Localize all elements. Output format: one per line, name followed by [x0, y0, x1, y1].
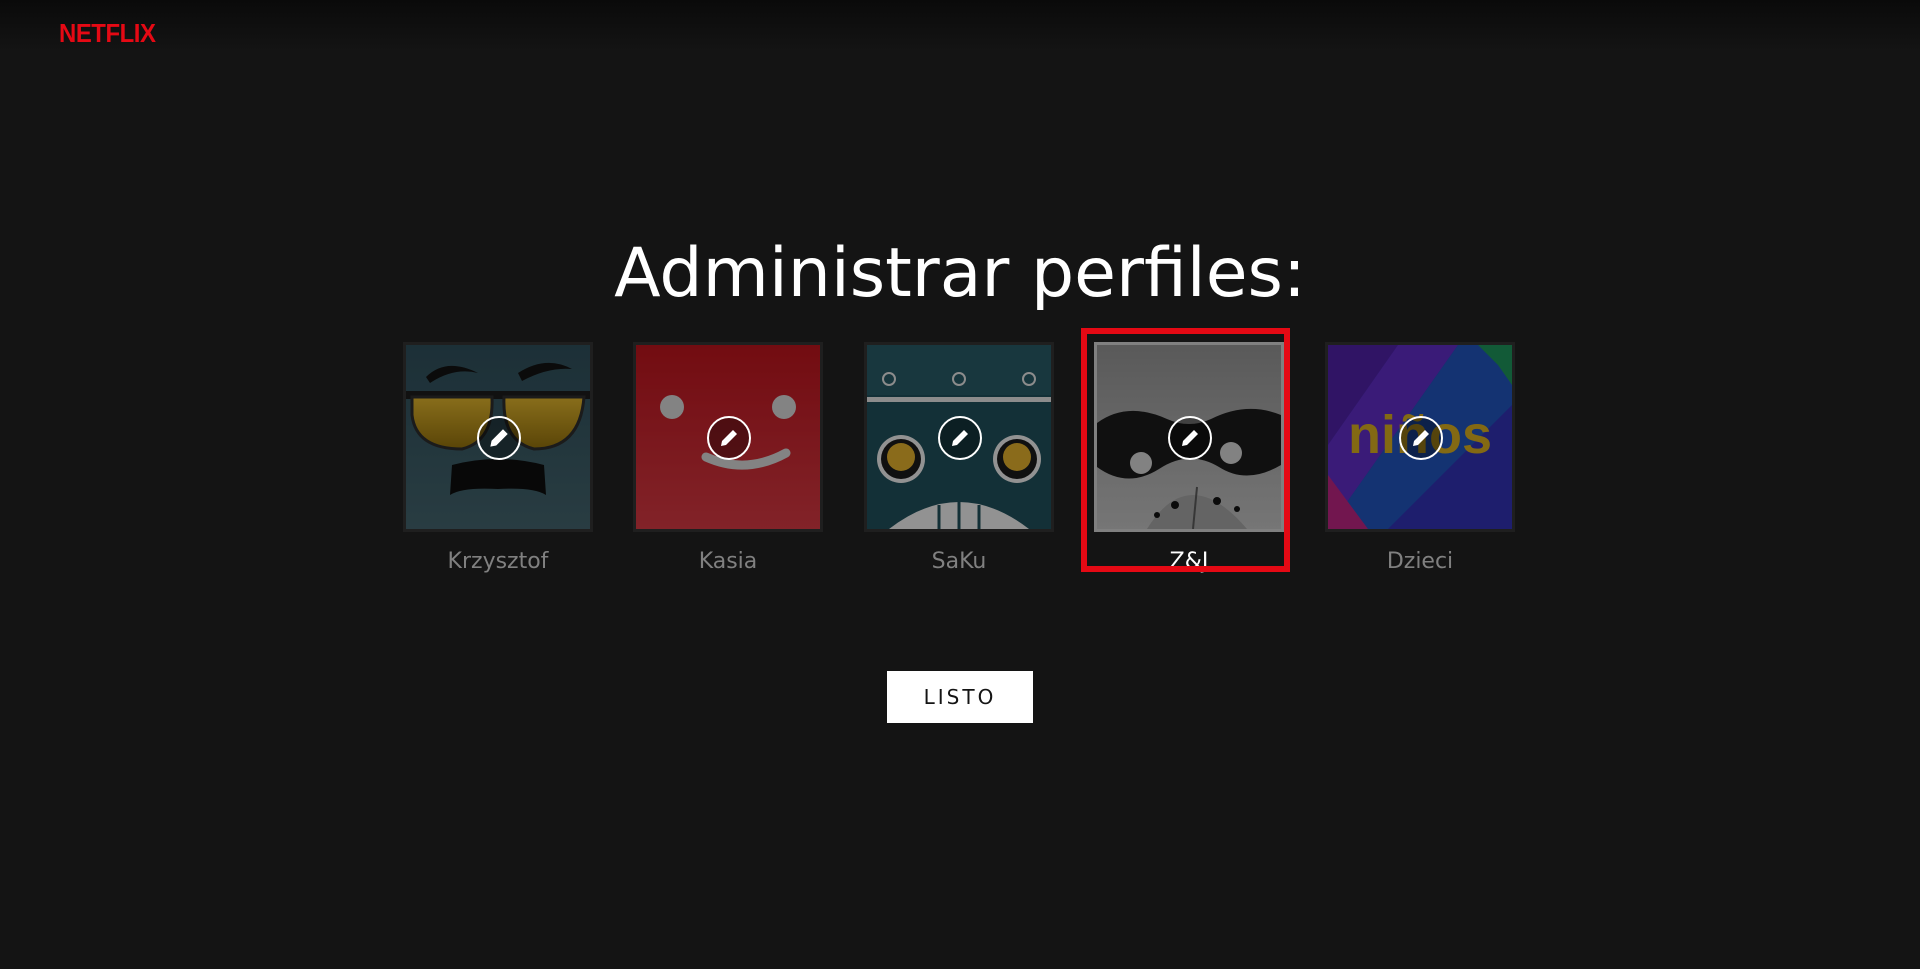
profile-kasia[interactable]: Kasia [633, 342, 823, 576]
profile-name: Krzysztof [447, 549, 549, 574]
profile-avatar[interactable] [864, 342, 1054, 532]
profile-name: Dzieci [1386, 549, 1454, 574]
page-title: Administrar perfiles: [614, 234, 1306, 313]
profile-avatar[interactable] [1094, 342, 1284, 532]
profile-name: Kasia [698, 549, 758, 574]
profile-avatar[interactable] [633, 342, 823, 532]
netflix-logo[interactable]: NETFLIX [59, 18, 156, 49]
profile-avatar[interactable]: niños [1325, 342, 1515, 532]
profile-krzysztof[interactable]: Krzysztof [403, 342, 593, 576]
done-button[interactable]: LISTO [887, 671, 1033, 723]
pencil-icon[interactable] [1399, 416, 1443, 460]
profile-name: SaKu [931, 549, 987, 574]
pencil-icon[interactable] [707, 416, 751, 460]
profile-name: Z&J [1169, 549, 1209, 574]
profile-avatar[interactable] [403, 342, 593, 532]
top-bar: NETFLIX [0, 0, 1920, 52]
profile-dzieci[interactable]: niños Dzieci [1325, 342, 1515, 576]
pencil-icon[interactable] [477, 416, 521, 460]
profile-zj[interactable]: Z&J [1094, 342, 1284, 576]
pencil-icon[interactable] [1168, 416, 1212, 460]
profile-saku[interactable]: SaKu [864, 342, 1054, 576]
pencil-icon[interactable] [938, 416, 982, 460]
